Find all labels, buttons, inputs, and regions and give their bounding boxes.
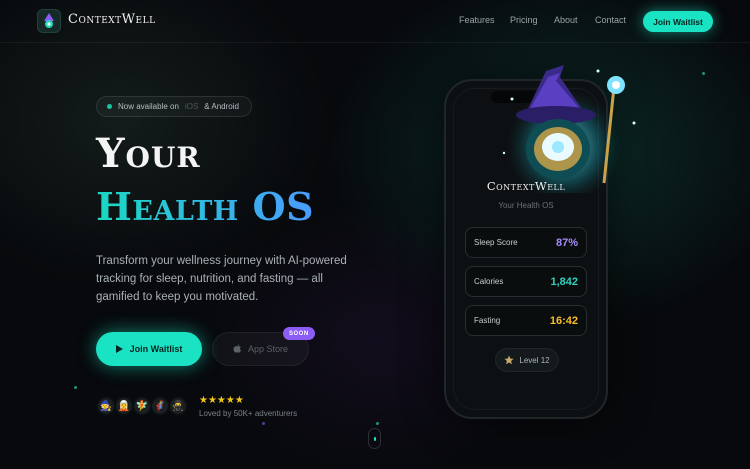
nav-link-about[interactable]: About: [554, 15, 578, 25]
join-waitlist-label: Join Waitlist: [129, 344, 183, 354]
wizard-mascot-icon: [502, 65, 636, 193]
nav-link-pricing[interactable]: Pricing: [510, 15, 538, 25]
avatar: 🧚: [132, 396, 152, 416]
app-store-label: App Store: [247, 344, 289, 354]
star-icon: [504, 355, 514, 365]
badge-muted: iOS: [184, 102, 199, 111]
scroll-indicator[interactable]: [368, 428, 381, 449]
avatar: 🦸: [150, 396, 170, 416]
nav-link-features[interactable]: Features: [459, 15, 495, 25]
top-nav: ContextWell Features Pricing About Conta…: [0, 0, 750, 43]
stat-card-calories[interactable]: Calories 1,842: [465, 266, 587, 297]
sparkle-dot: [74, 386, 77, 389]
rating-stars: ★★★★★: [199, 395, 244, 406]
hero-title-line2: Health OS: [96, 184, 315, 229]
sparkle-dot: [262, 422, 265, 425]
status-dot: [107, 104, 112, 109]
avatar: 🥷: [168, 396, 188, 416]
apple-icon: [233, 344, 241, 353]
stat-value: 16:42: [549, 314, 578, 327]
stat-value: 1,842: [550, 275, 578, 288]
badge-prefix: Now available on: [118, 102, 179, 111]
play-icon: [115, 345, 123, 353]
badge-suffix: & Android: [204, 102, 239, 111]
level-badge: Level 12: [495, 348, 559, 372]
phone-tagline: Your Health OS: [498, 201, 554, 210]
availability-badge: Now available on iOS & Android: [96, 96, 252, 117]
sparkle-dot: [702, 72, 705, 75]
level-label: Level 12: [519, 355, 550, 365]
soon-badge: SOON: [283, 327, 315, 340]
social-proof-text: Loved by 50K+ adventurers: [199, 409, 298, 418]
hero-description: Transform your wellness journey with AI-…: [96, 255, 347, 303]
sparkle-dot: [376, 422, 379, 425]
scroll-dot: [373, 437, 376, 441]
brand-name[interactable]: ContextWell: [68, 12, 156, 27]
stat-label: Calories: [474, 277, 504, 286]
nav-link-contact[interactable]: Contact: [595, 15, 626, 25]
phone-app-name: ContextWell: [486, 179, 566, 193]
user-avatars: 🧙 🧝 🧚 🦸 🥷: [96, 396, 188, 418]
stat-value: 87%: [555, 236, 578, 249]
stat-card-fasting[interactable]: Fasting 16:42: [465, 305, 587, 336]
avatar: 🧙: [96, 396, 116, 416]
nav-join-waitlist-button[interactable]: Join Waitlist: [643, 11, 713, 32]
stat-label: Fasting: [474, 316, 501, 325]
stat-card-sleep[interactable]: Sleep Score 87%: [465, 227, 587, 258]
avatar: 🧝: [114, 396, 134, 416]
join-waitlist-button[interactable]: Join Waitlist: [96, 332, 202, 366]
hero-title-line1: Your: [96, 130, 201, 177]
wizard-logo-icon[interactable]: [37, 9, 61, 33]
stat-label: Sleep Score: [474, 238, 518, 247]
